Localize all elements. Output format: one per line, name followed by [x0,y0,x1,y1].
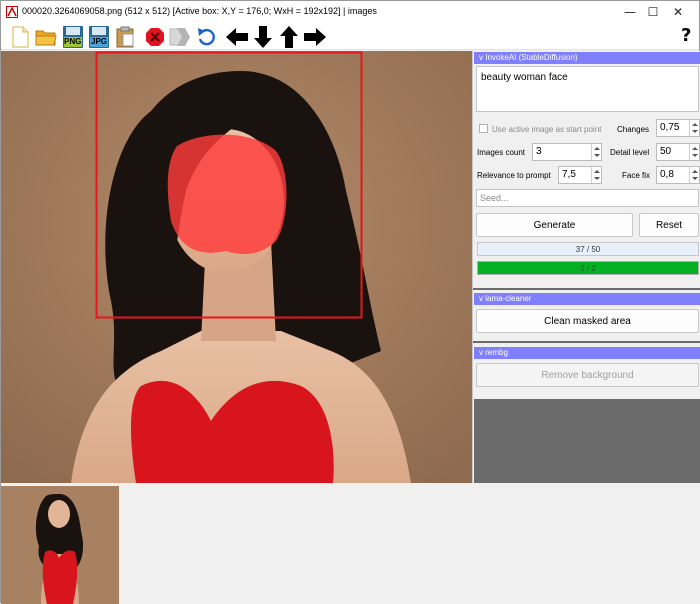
section-divider [473,341,700,343]
toolbar: PNG JPG ? [1,23,699,50]
jpg-label: JPG [91,37,108,46]
changes-label: Changes [617,125,650,134]
face-fix-stepper[interactable] [689,167,699,183]
detail-level-spinbox[interactable]: 50 [656,143,700,161]
detail-level-value: 50 [660,146,672,157]
move-up-button[interactable] [277,25,301,49]
changes-stepper[interactable] [689,120,699,136]
image-canvas[interactable] [1,51,472,483]
thumbnail-strip [1,483,700,604]
title-bar: 000020.3264069058.png (512 x 512) [Activ… [1,1,699,23]
app-window: 000020.3264069058.png (512 x 512) [Activ… [0,0,700,604]
clean-masked-area-button[interactable]: Clean masked area [476,309,699,333]
undo-button[interactable] [195,25,219,49]
new-button[interactable] [8,25,32,49]
open-button[interactable] [34,25,58,49]
new-icon [12,26,29,48]
generate-button[interactable]: Generate [476,213,633,237]
undo-icon [198,28,215,46]
face-fix-spinbox[interactable]: 0,8 [656,166,700,184]
move-down-button[interactable] [251,25,275,49]
arrow-right-icon [304,28,326,46]
seed-input[interactable]: Seed... [476,189,699,207]
images-progress: 2 / 2 [477,261,699,275]
reset-button[interactable]: Reset [639,213,699,237]
thumbnail-image [1,486,119,604]
close-icon: ✕ [672,5,684,19]
section-divider [473,288,700,290]
changes-spinbox[interactable]: 0,75 [656,119,700,137]
detail-level-stepper[interactable] [689,144,699,160]
face-fix-value: 0,8 [660,169,674,180]
panel-empty-area [474,399,700,483]
images-count-value: 3 [536,146,542,157]
arrow-left-icon [226,28,248,46]
arrow-up-icon [280,26,298,48]
invokeai-section-header[interactable]: v InvokeAI (StableDiffusion) [474,52,700,64]
close-button[interactable]: ✕ [655,1,700,23]
relevance-label: Relevance to prompt [477,171,551,180]
help-button[interactable]: ? [681,25,691,46]
relevance-value: 7,5 [562,169,576,180]
tools-panel: v InvokeAI (StableDiffusion) beauty woma… [472,51,700,483]
face-fix-label: Face fix [622,171,651,180]
lama-section-header[interactable]: v lama-cleaner [474,293,700,305]
changes-value: 0,75 [660,122,680,133]
canvas-image [1,51,472,483]
rembg-section-header[interactable]: v rembg [474,347,700,359]
save-png-button[interactable]: PNG [61,25,85,49]
prompt-textarea[interactable]: beauty woman face [476,66,699,112]
images-count-stepper[interactable] [591,144,601,160]
paste-button[interactable] [113,25,137,49]
steps-progress: 37 / 50 [477,242,699,256]
images-count-spinbox[interactable]: 3 [532,143,602,161]
arrow-down-icon [254,26,272,48]
delete-button[interactable] [143,25,167,49]
window-title: 000020.3264069058.png (512 x 512) [Activ… [22,6,377,16]
shift-icon [169,28,190,46]
save-jpg-button[interactable]: JPG [87,25,111,49]
open-folder-icon [35,30,57,46]
relevance-stepper[interactable] [591,167,601,183]
use-active-image-label: Use active image as start point [492,125,602,134]
app-icon [6,6,18,18]
detail-level-label: Detail level [610,148,650,157]
relevance-spinbox[interactable]: 7,5 [558,166,602,184]
move-left-button[interactable] [225,25,249,49]
move-right-button[interactable] [303,25,327,49]
paste-icon [116,26,134,48]
delete-icon [146,28,164,46]
remove-background-button[interactable]: Remove background [476,363,699,387]
shift-button[interactable] [168,25,192,49]
png-label: PNG [64,37,82,46]
thumbnail-item[interactable] [1,486,119,604]
images-count-label: Images count [477,148,526,157]
use-active-image-checkbox[interactable] [479,124,488,133]
